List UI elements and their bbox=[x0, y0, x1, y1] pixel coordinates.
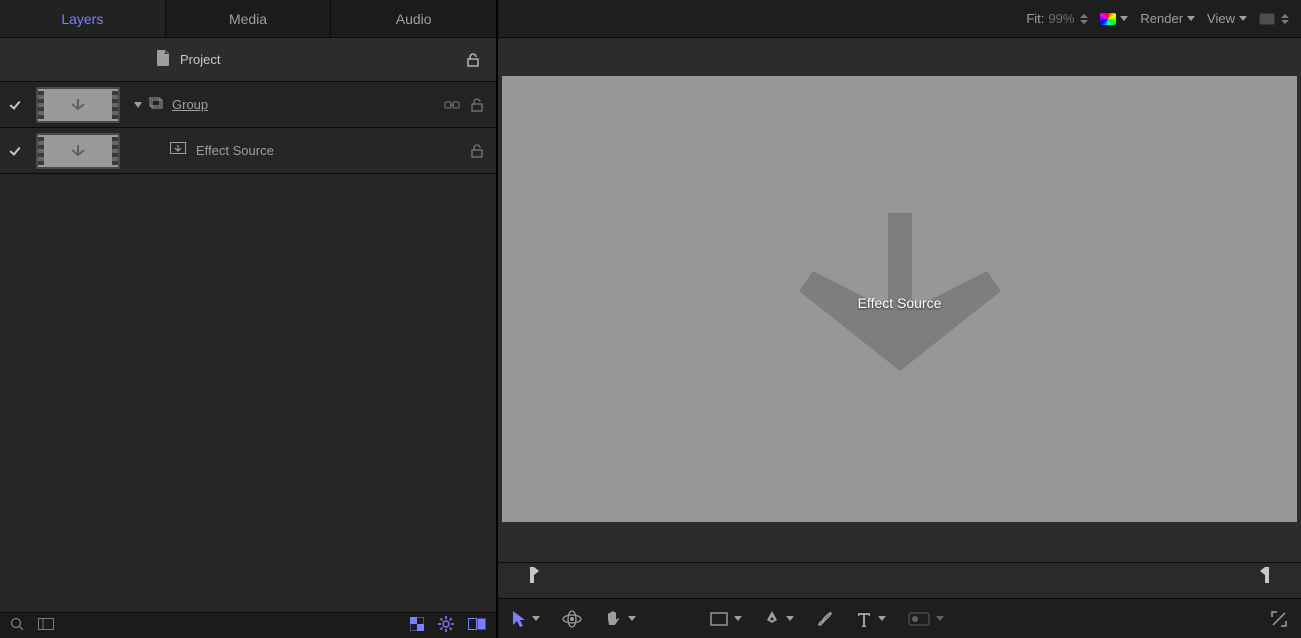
fit-label: Fit: bbox=[1026, 11, 1044, 26]
chevron-down-icon bbox=[1120, 16, 1128, 21]
panels-icon[interactable] bbox=[468, 618, 486, 633]
project-row[interactable]: Project bbox=[0, 38, 496, 82]
search-icon[interactable] bbox=[10, 617, 24, 634]
effect-source-label[interactable]: Effect Source bbox=[196, 143, 274, 158]
visibility-checkbox[interactable] bbox=[0, 145, 30, 157]
chevron-down-icon bbox=[532, 616, 540, 621]
viewer-toolbar: Fit: 99% Render View bbox=[498, 0, 1301, 38]
tab-label: Media bbox=[229, 11, 267, 27]
layer-row-effect-source[interactable]: Effect Source bbox=[0, 128, 496, 174]
play-range-out-icon[interactable] bbox=[1259, 567, 1271, 586]
stepper-icon[interactable] bbox=[1080, 14, 1088, 24]
stepper-icon[interactable] bbox=[1281, 14, 1289, 24]
lock-open-icon[interactable] bbox=[470, 98, 484, 112]
arrangement-icon[interactable] bbox=[38, 618, 54, 633]
canvas-toolbar bbox=[498, 598, 1301, 638]
layer-thumbnail bbox=[36, 133, 120, 169]
lock-open-icon[interactable] bbox=[466, 53, 480, 67]
view-label: View bbox=[1207, 11, 1235, 26]
document-icon bbox=[156, 50, 170, 69]
bg-color-menu[interactable] bbox=[1259, 13, 1289, 25]
brush-tool[interactable] bbox=[816, 610, 834, 628]
canvas[interactable]: Effect Source bbox=[502, 76, 1297, 522]
play-range-in-icon[interactable] bbox=[528, 567, 540, 586]
tab-label: Layers bbox=[61, 11, 103, 27]
tab-label: Audio bbox=[396, 11, 432, 27]
fullscreen-button[interactable] bbox=[1271, 611, 1287, 627]
canvas-placeholder-label: Effect Source bbox=[785, 295, 1015, 311]
layers-list[interactable]: Project Group bbox=[0, 38, 496, 612]
panel-tabs: Layers Media Audio bbox=[0, 0, 496, 38]
render-menu[interactable]: Render bbox=[1140, 11, 1195, 26]
chevron-down-icon bbox=[1187, 16, 1195, 21]
rect-tool[interactable] bbox=[710, 612, 742, 626]
layers-footer bbox=[0, 612, 496, 638]
bg-swatch-icon bbox=[1259, 13, 1275, 25]
tab-media[interactable]: Media bbox=[166, 0, 332, 37]
disclosure-icon[interactable] bbox=[134, 102, 142, 108]
canvas-area: Effect Source bbox=[498, 38, 1301, 638]
color-swatch-icon bbox=[1100, 13, 1116, 25]
zoom-value: 99% bbox=[1048, 11, 1074, 26]
layer-row-group[interactable]: Group bbox=[0, 82, 496, 128]
gear-icon[interactable] bbox=[438, 616, 454, 635]
chevron-down-icon bbox=[786, 616, 794, 621]
zoom-fit-control[interactable]: Fit: 99% bbox=[1026, 11, 1088, 26]
hand-tool[interactable] bbox=[604, 610, 636, 628]
view-menu[interactable]: View bbox=[1207, 11, 1247, 26]
text-tool[interactable] bbox=[856, 611, 886, 627]
layer-thumbnail bbox=[36, 87, 120, 123]
dropzone-icon bbox=[170, 142, 186, 159]
chevron-down-icon bbox=[628, 616, 636, 621]
orbit-3d-tool[interactable] bbox=[562, 610, 582, 628]
pen-tool[interactable] bbox=[764, 610, 794, 628]
mask-tool[interactable] bbox=[908, 612, 944, 626]
color-channel-menu[interactable] bbox=[1100, 13, 1128, 25]
link-icon[interactable] bbox=[444, 98, 460, 112]
select-tool[interactable] bbox=[512, 610, 540, 628]
lock-open-icon[interactable] bbox=[470, 144, 484, 158]
tab-audio[interactable]: Audio bbox=[331, 0, 496, 37]
project-label: Project bbox=[180, 52, 220, 67]
checker-icon[interactable] bbox=[410, 617, 424, 634]
render-label: Render bbox=[1140, 11, 1183, 26]
tab-layers[interactable]: Layers bbox=[0, 0, 166, 37]
group-label[interactable]: Group bbox=[172, 97, 208, 112]
chevron-down-icon bbox=[936, 616, 944, 621]
chevron-down-icon bbox=[734, 616, 742, 621]
mini-timeline[interactable] bbox=[498, 562, 1301, 598]
group-stack-icon bbox=[148, 96, 164, 113]
visibility-checkbox[interactable] bbox=[0, 99, 30, 111]
chevron-down-icon bbox=[1239, 16, 1247, 21]
chevron-down-icon bbox=[878, 616, 886, 621]
